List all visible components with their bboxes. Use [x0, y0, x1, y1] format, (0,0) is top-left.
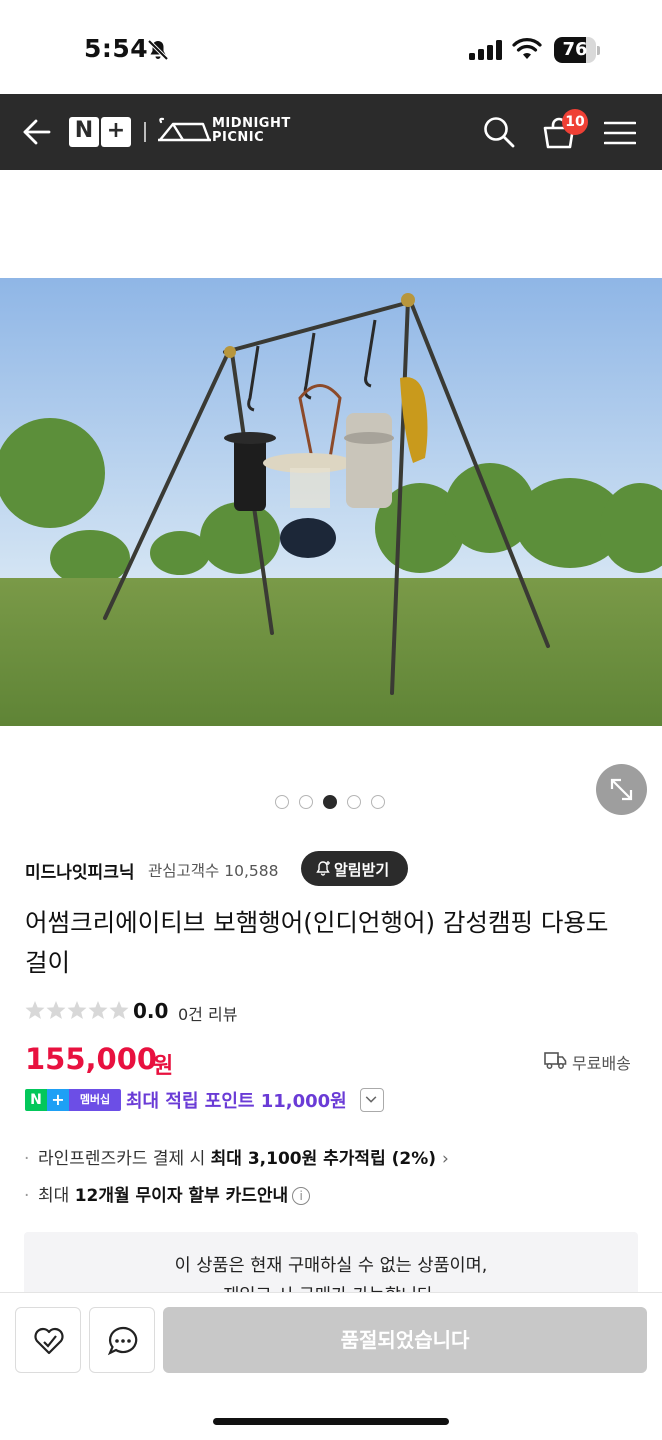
- info-icon: i: [292, 1187, 311, 1205]
- price-currency: 원: [153, 1054, 174, 1079]
- chat-bubble-icon: [107, 1326, 138, 1356]
- installment-benefit-row[interactable]: · 최대 12개월 무이자 할부 카드안내 i: [24, 1181, 311, 1206]
- review-count-link[interactable]: 0건 리뷰: [178, 1001, 237, 1025]
- nplus-logo-plus[interactable]: +: [101, 117, 131, 147]
- brand-name[interactable]: MIDNIGHT PICNIC: [212, 117, 291, 145]
- pagination-dot[interactable]: [347, 795, 361, 809]
- image-pagination-dots: [275, 795, 390, 811]
- pagination-dot[interactable]: [275, 795, 289, 809]
- wishlist-button[interactable]: [15, 1307, 81, 1373]
- card-benefit-row[interactable]: · 라인프렌즈카드 결제 시 최대 3,100원 추가적립 (2%) ›: [24, 1144, 449, 1169]
- bottom-action-bar: 품절되었습니다: [0, 1292, 662, 1440]
- notification-subscribe-button[interactable]: 알림받기: [301, 851, 408, 886]
- points-expand-toggle[interactable]: [360, 1088, 384, 1112]
- soldout-purchase-button: 품절되었습니다: [163, 1307, 647, 1373]
- home-indicator[interactable]: [213, 1418, 449, 1425]
- search-icon[interactable]: [482, 115, 516, 149]
- hamburger-menu-icon[interactable]: [604, 120, 636, 146]
- battery-indicator: 76: [554, 37, 600, 63]
- nplus-logo-n[interactable]: N: [69, 117, 99, 147]
- notice-line-1: 이 상품은 현재 구매하실 수 없는 상품이며,: [174, 1256, 488, 1276]
- heart-check-icon: [34, 1327, 64, 1355]
- rating-value: 0.0: [133, 999, 169, 1023]
- chevron-right-icon: ›: [442, 1149, 449, 1169]
- nplus-membership-badge: N + 멤버십: [25, 1089, 121, 1111]
- battery-percent: 76: [562, 39, 588, 60]
- status-time: 5:54: [84, 34, 149, 63]
- shipping-info: 무료배송: [572, 1054, 631, 1073]
- back-arrow-icon[interactable]: [20, 114, 52, 150]
- max-points-text[interactable]: 최대 적립 포인트 11,000원: [126, 1087, 347, 1113]
- product-title: 어썸크리에이티브 보햄행어(인디언행어) 감성캠핑 다용도 걸이: [25, 908, 609, 977]
- pagination-dot[interactable]: [299, 795, 313, 809]
- product-price: 155,000: [25, 1042, 158, 1076]
- talk-chat-button[interactable]: [89, 1307, 155, 1373]
- status-bar: 5:54 76: [0, 0, 662, 94]
- pagination-dot[interactable]: [371, 795, 385, 809]
- pagination-dot[interactable]: [323, 795, 337, 809]
- bell-off-icon: [147, 39, 169, 61]
- expand-image-button[interactable]: [596, 764, 647, 815]
- product-image[interactable]: [0, 278, 662, 726]
- store-name[interactable]: 미드나잇피크닉: [25, 858, 134, 883]
- top-nav: N + MIDNIGHT PICNIC 10: [0, 94, 662, 170]
- logo-divider: [144, 122, 146, 142]
- delivery-truck-icon: [544, 1052, 567, 1069]
- follower-count: 관심고객수 10,588: [148, 862, 279, 880]
- rating-stars: [25, 1001, 129, 1019]
- cart-count-badge: 10: [562, 109, 588, 135]
- expand-arrows-icon: [610, 778, 633, 801]
- signal-icon: [469, 40, 502, 60]
- product-page: 5:54 76 N + MIDNIGHT PICNIC 10 미드나잇피크닉 관…: [0, 0, 662, 1440]
- midnight-picnic-tent-icon[interactable]: [157, 116, 211, 146]
- chevron-down-icon: [365, 1096, 377, 1103]
- alarm-label: 알림받기: [334, 861, 390, 879]
- bell-plus-icon: [316, 861, 330, 876]
- wifi-icon: [512, 38, 542, 59]
